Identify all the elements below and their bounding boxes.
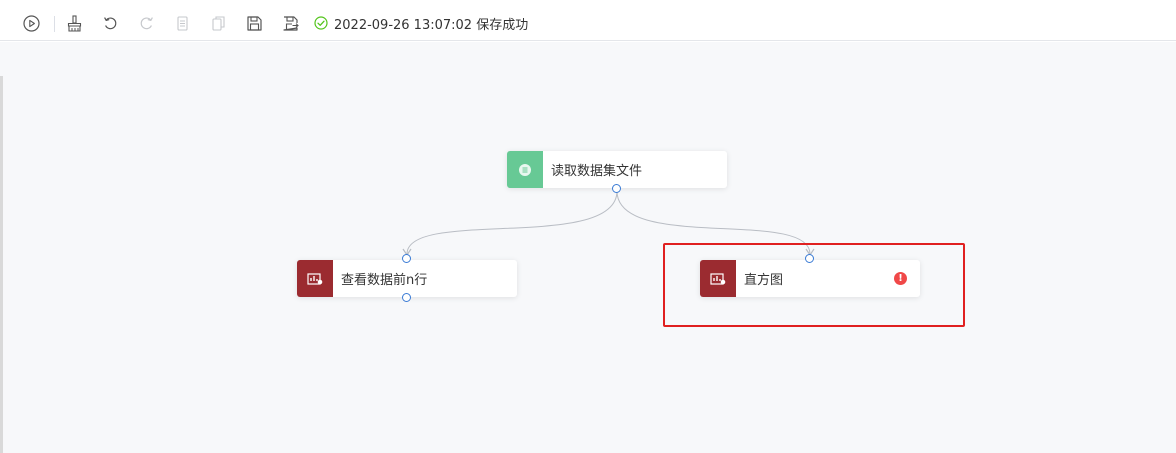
node-view-head[interactable]: 查看数据前n行	[297, 260, 517, 297]
edges-layer	[402, 190, 815, 257]
node-label: 读取数据集文件	[551, 164, 643, 179]
save-as-icon[interactable]	[281, 14, 299, 32]
save-status: 2022-09-26 13:07:02 保存成功	[314, 14, 529, 33]
node-label: 查看数据前n行	[341, 273, 428, 288]
paste-icon[interactable]	[209, 14, 227, 32]
save-status-text: 2022-09-26 13:07:02 保存成功	[334, 17, 529, 33]
error-icon[interactable]: !	[894, 272, 907, 285]
save-icon[interactable]	[245, 14, 263, 32]
play-icon[interactable]	[22, 14, 40, 32]
node-label: 直方图	[744, 273, 784, 288]
redo-icon[interactable]	[137, 14, 155, 32]
toolbar: 2022-09-26 13:07:02 保存成功	[0, 6, 1176, 41]
node-histogram[interactable]: 直方图 !	[700, 260, 920, 297]
toolbar-separator	[54, 16, 55, 32]
input-port[interactable]	[402, 254, 411, 263]
workflow-canvas[interactable]: 读取数据集文件 查看数据前n行 直方图 !	[0, 42, 1176, 453]
dataset-icon	[507, 151, 543, 188]
node-read-dataset[interactable]: 读取数据集文件	[507, 151, 727, 188]
check-circle-icon	[314, 16, 328, 30]
chart-icon	[700, 260, 736, 297]
edge-read-to-head	[406, 190, 618, 255]
workflow-editor: 2022-09-26 13:07:02 保存成功 读取数据集文件 查看数据前n行…	[0, 0, 1176, 453]
copy-icon[interactable]	[173, 14, 191, 32]
output-port[interactable]	[402, 293, 411, 302]
undo-icon[interactable]	[101, 14, 119, 32]
brush-icon[interactable]	[65, 14, 83, 32]
edge-read-to-hist	[616, 190, 811, 255]
output-port[interactable]	[612, 184, 621, 193]
input-port[interactable]	[805, 254, 814, 263]
chart-icon	[297, 260, 333, 297]
